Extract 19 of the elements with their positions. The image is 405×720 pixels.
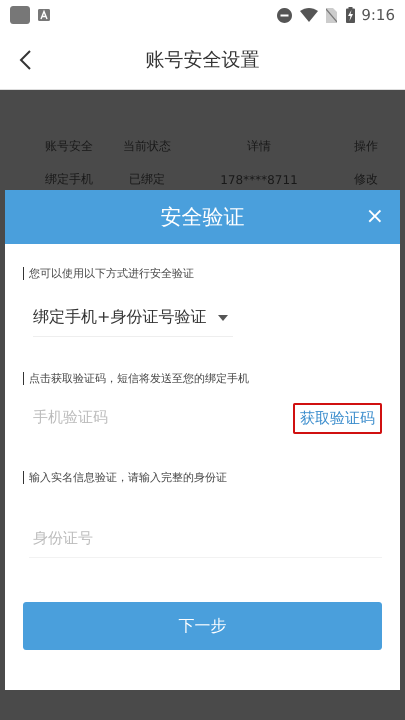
no-sim-icon [326, 8, 338, 22]
section-hint: 输入实名信息验证，请输入完整的身份证 [23, 471, 227, 484]
section-hint: 点击获取验证码，短信将发送至您的绑定手机 [23, 372, 249, 385]
dropdown-caret-icon [218, 314, 228, 320]
do-not-disturb-icon [277, 8, 292, 22]
wifi-icon [300, 8, 318, 22]
id-number-field[interactable]: 身份证号 [29, 521, 382, 557]
page-title: 账号安全设置 [146, 48, 260, 72]
sms-code-field[interactable]: 手机验证码 [29, 400, 293, 436]
section-hint: 您可以使用以下方式进行安全验证 [23, 267, 194, 280]
get-code-button[interactable]: 获取验证码 [293, 402, 382, 434]
battery-charging-icon [346, 7, 356, 23]
dialog-title: 安全验证 [160, 204, 244, 231]
close-button[interactable]: × [362, 204, 388, 230]
notification-icon [38, 9, 50, 21]
verify-method-dropdown[interactable]: 绑定手机+身份证号验证 [33, 307, 234, 337]
clock-time: 9:16 [361, 6, 395, 24]
app-notification-icon [10, 6, 30, 24]
next-step-button[interactable]: 下一步 [23, 602, 382, 650]
